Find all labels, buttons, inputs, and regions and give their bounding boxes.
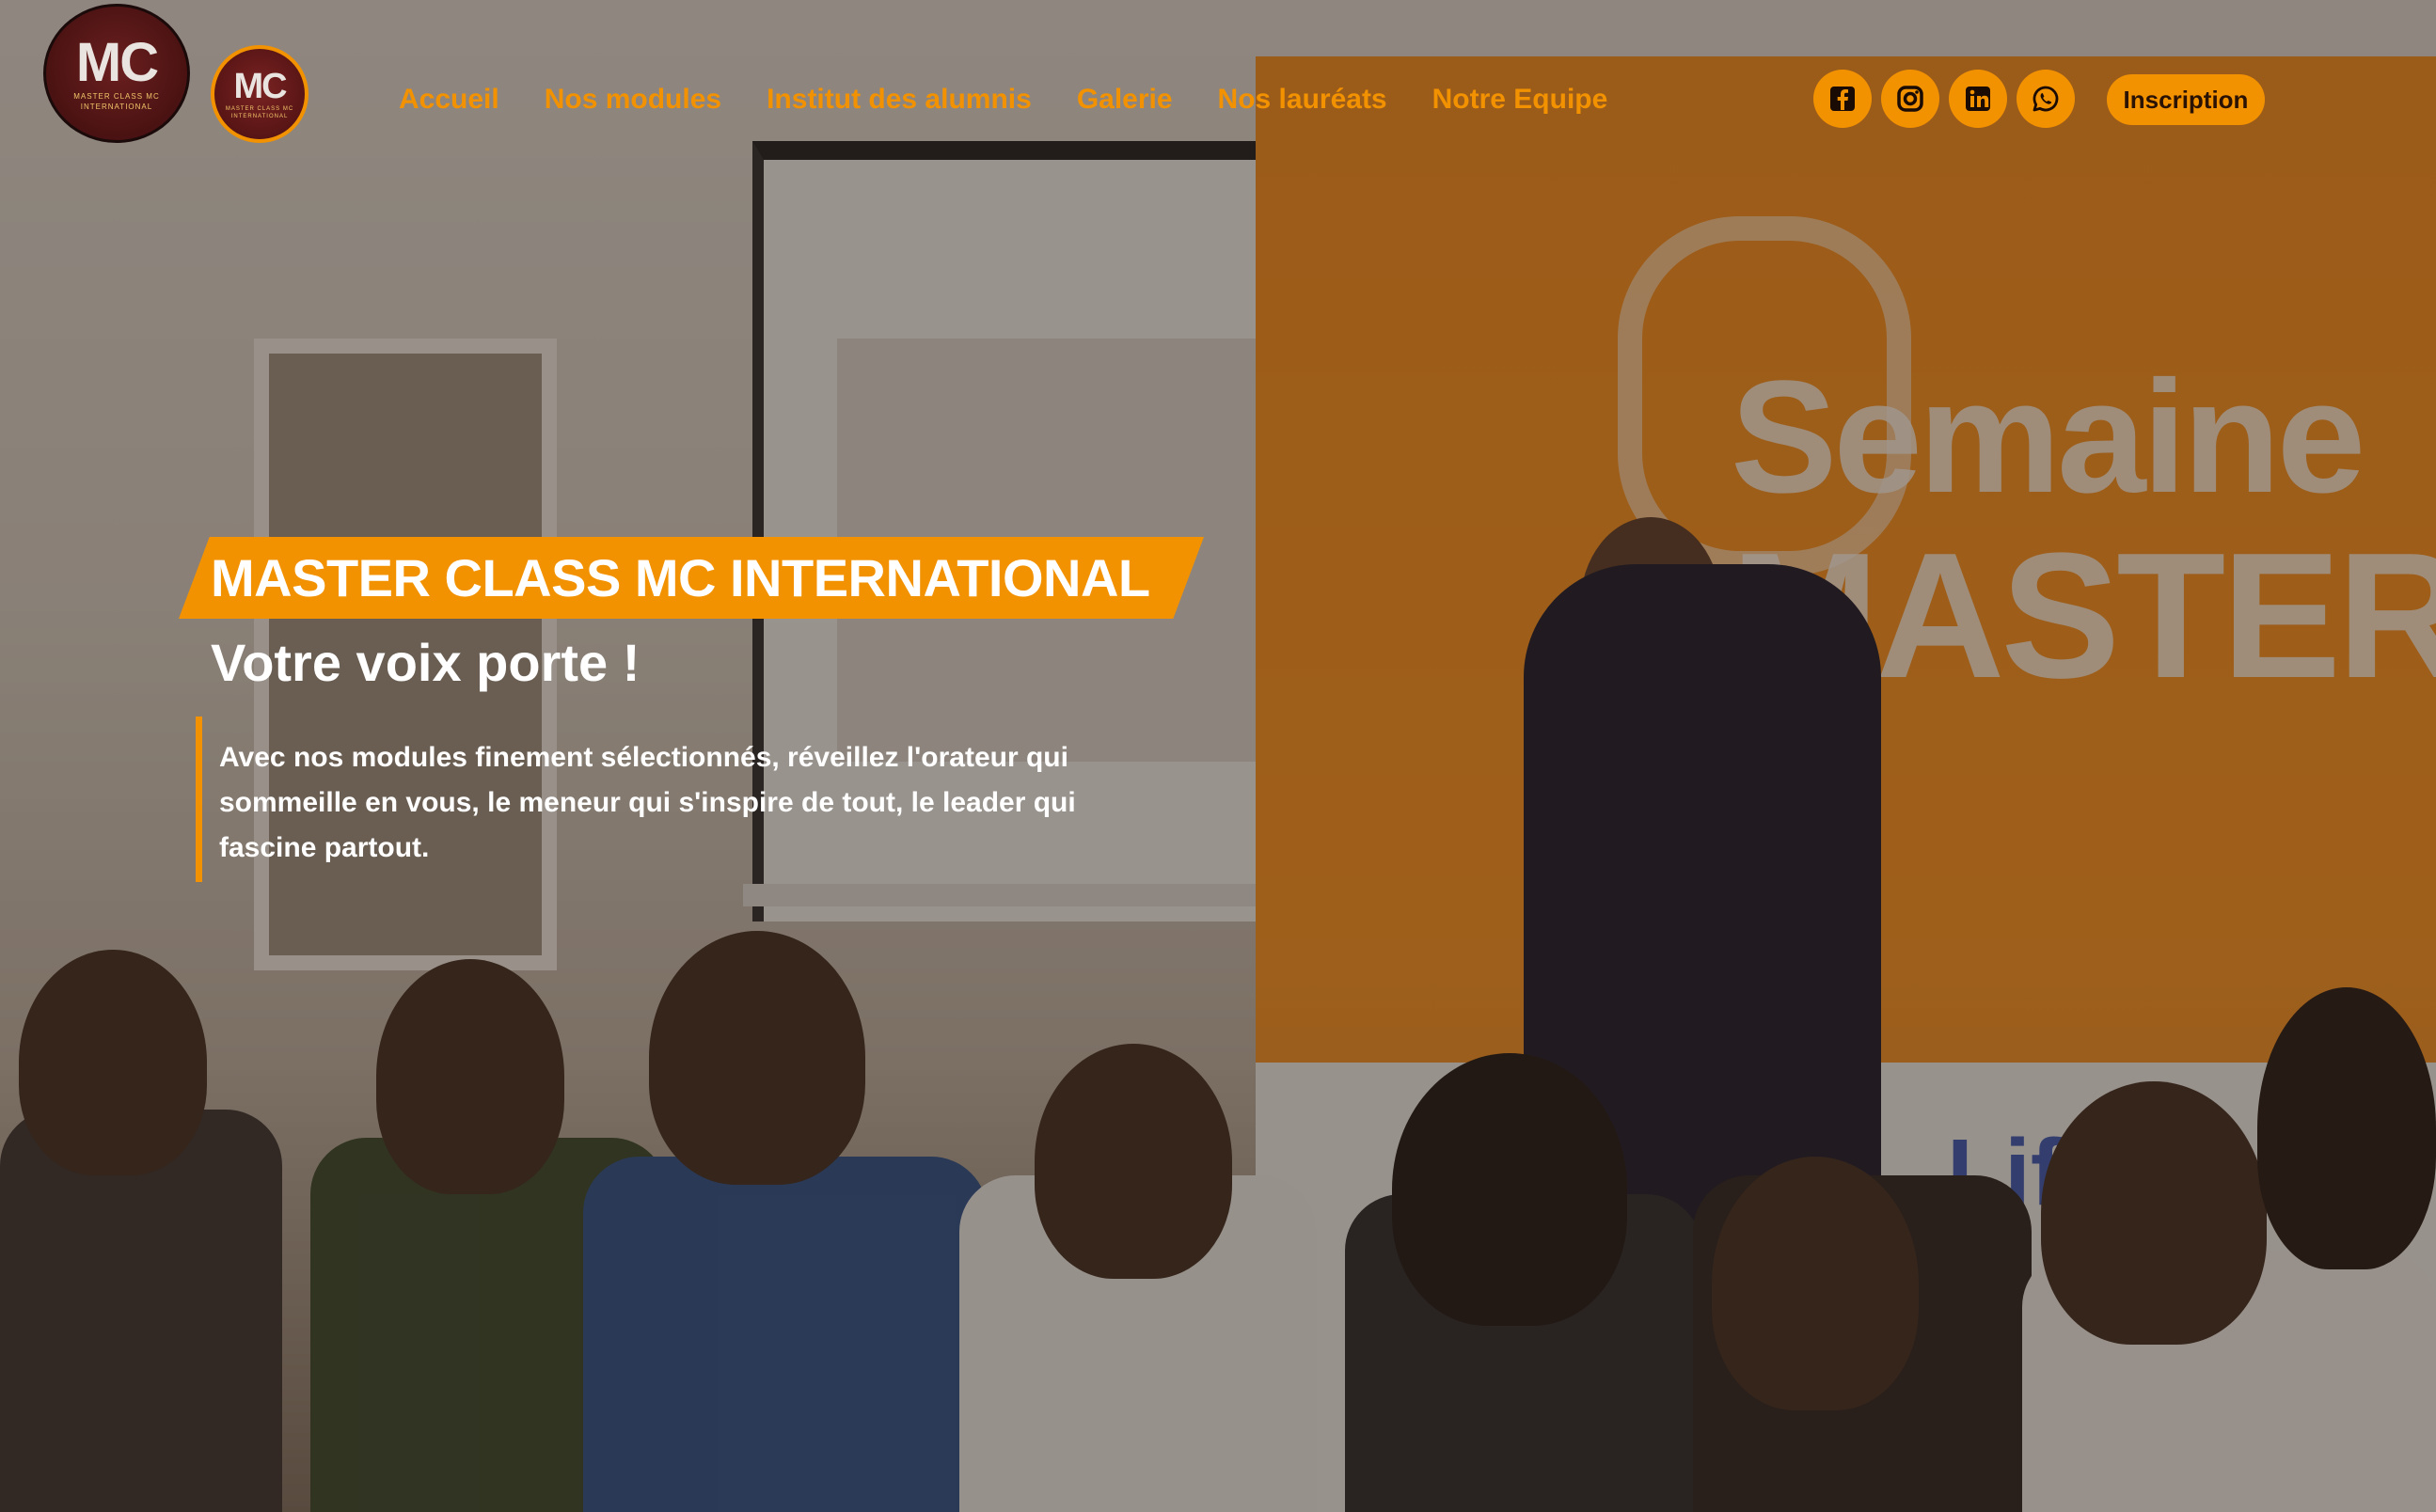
nav-link-accueil[interactable]: Accueil <box>399 84 499 116</box>
main-nav: Accueil Nos modules Institut des alumnis… <box>399 79 1653 120</box>
hero-description: Avec nos modules finement sélectionnés, … <box>219 742 1076 863</box>
instagram-icon <box>1897 86 1923 112</box>
brand-logo-large[interactable]: MC MASTER CLASS MC INTERNATIONAL <box>43 4 190 143</box>
logo-tagline: INTERNATIONAL <box>80 102 153 111</box>
nav-link-institut-des-alumnis[interactable]: Institut des alumnis <box>767 84 1032 116</box>
page: Semaine MASTER CL Lif MC MASTER CLA <box>0 0 2436 1512</box>
nav-link-galerie[interactable]: Galerie <box>1077 84 1173 116</box>
facebook-button[interactable] <box>1813 70 1872 128</box>
hero-title: MASTER CLASS MC INTERNATIONAL <box>211 548 1150 607</box>
nav-link-nos-laureats[interactable]: Nos lauréats <box>1218 84 1387 116</box>
logo-subtext: MASTER CLASS MC <box>73 92 160 101</box>
logo-text: MC <box>233 67 287 106</box>
signup-button[interactable]: Inscription <box>2107 74 2265 125</box>
whatsapp-button[interactable] <box>2017 70 2075 128</box>
facebook-icon <box>1830 87 1855 111</box>
site-header: MC MASTER CLASS MC INTERNATIONAL MC MAST… <box>0 0 2436 188</box>
brand-logo-small[interactable]: MC MASTER CLASS MC INTERNATIONAL <box>211 45 308 143</box>
logo-text: MC <box>75 32 159 93</box>
nav-link-nos-modules[interactable]: Nos modules <box>545 84 721 116</box>
whatsapp-icon <box>2033 86 2059 112</box>
hero-description-block: Avec nos modules finement sélectionnés, … <box>196 717 1099 882</box>
social-links <box>1813 70 2084 128</box>
logo-subtext: MASTER CLASS MC <box>225 106 294 112</box>
hero-subtitle: Votre voix porte ! <box>211 633 641 692</box>
linkedin-button[interactable] <box>1949 70 2007 128</box>
instagram-button[interactable] <box>1881 70 1939 128</box>
logo-tagline: INTERNATIONAL <box>230 114 289 119</box>
nav-link-notre-equipe[interactable]: Notre Equipe <box>1432 84 1608 116</box>
linkedin-icon <box>1966 87 1990 111</box>
hero-title-banner: MASTER CLASS MC INTERNATIONAL <box>179 537 1204 619</box>
